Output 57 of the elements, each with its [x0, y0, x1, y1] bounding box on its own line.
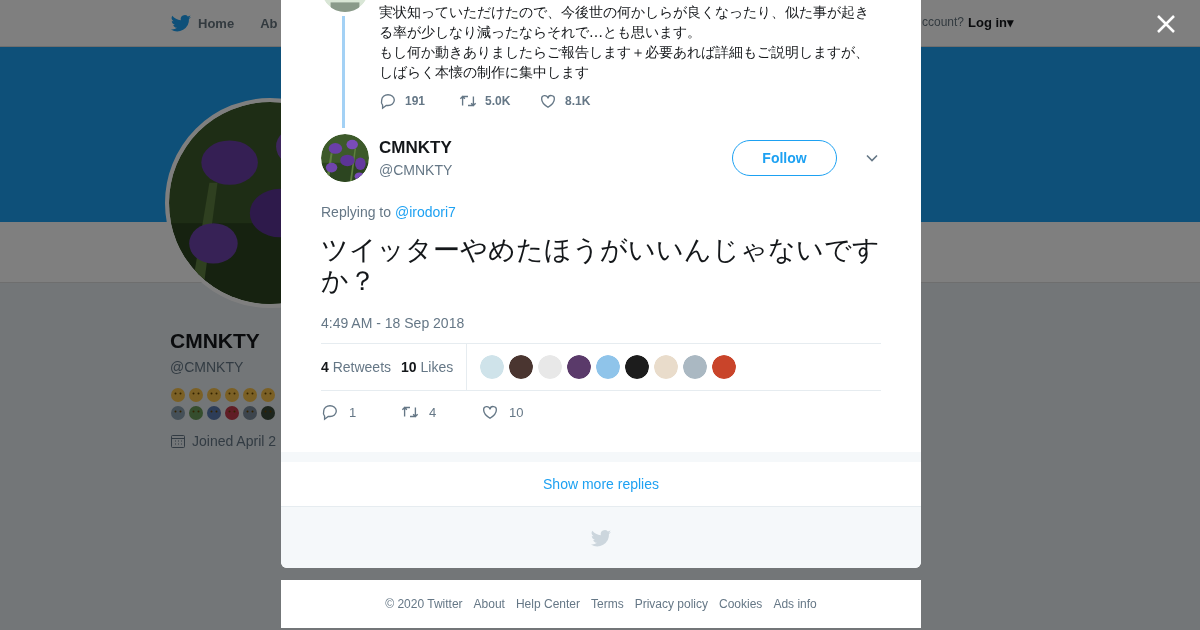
- avatar[interactable]: [321, 134, 369, 182]
- bird-icon: [170, 12, 192, 34]
- tweet-timestamp[interactable]: 4:49 AM - 18 Sep 2018: [321, 315, 881, 331]
- joined-date: Joined April 2: [192, 433, 277, 449]
- emoji-icon: [224, 387, 240, 403]
- tweet-text-line: る率が少しなり減ったならそれで…とも思います。: [379, 23, 702, 42]
- emoji-icon: [188, 405, 204, 421]
- emoji-icon: [224, 405, 240, 421]
- footer-link[interactable]: Cookies: [719, 597, 763, 611]
- footer-link[interactable]: Privacy policy: [634, 597, 708, 611]
- emoji-icon: [206, 387, 222, 403]
- calendar-icon: [170, 433, 186, 449]
- login-link[interactable]: Log in▾: [968, 15, 1015, 30]
- like-action[interactable]: 10: [481, 403, 561, 421]
- retweet-count[interactable]: 4 Retweets: [321, 359, 392, 375]
- show-more-replies-link[interactable]: Show more replies: [543, 476, 659, 492]
- emoji-icon: [170, 387, 186, 403]
- footer-link[interactable]: About: [473, 597, 505, 611]
- profile-name: CMNKTY: [170, 329, 261, 353]
- mention-link[interactable]: @irodori7: [394, 204, 456, 220]
- footer-link[interactable]: Terms: [591, 597, 624, 611]
- tweet-text-line: もし何か動きありましたらご報告します＋必要あれば詳細もご説明しますが、: [379, 43, 870, 62]
- emoji-icon: [242, 405, 258, 421]
- like-count[interactable]: 10 Likes: [401, 359, 454, 375]
- close-icon[interactable]: [1156, 14, 1176, 34]
- footer-link[interactable]: Ads info: [773, 597, 817, 611]
- emoji-icon: [260, 405, 276, 421]
- nav-link[interactable]: Home: [170, 12, 235, 34]
- tweet-text: ツイッターやめたほうがいいんじゃないですか？: [321, 234, 881, 296]
- liker-avatar[interactable]: [509, 355, 534, 379]
- reply-icon[interactable]: [321, 403, 339, 421]
- user-handle[interactable]: @CMNKTY: [379, 162, 722, 178]
- liker-avatar[interactable]: [567, 355, 592, 379]
- login-prompt: ccount?: [922, 15, 965, 30]
- emoji-icon: [170, 405, 186, 421]
- footer-link[interactable]: Help Center: [515, 597, 580, 611]
- emoji-icon: [242, 387, 258, 403]
- like-action[interactable]: 8.1K: [539, 92, 619, 110]
- footer-link[interactable]: © 2020 Twitter: [385, 597, 463, 611]
- nav-link[interactable]: Ab: [260, 15, 278, 31]
- replying-to-text: Replying to @irodori7: [321, 204, 457, 220]
- reply-action[interactable]: 191: [379, 92, 459, 110]
- tweet-text-line: 実状知っていただけたので、今後世の何かしらが良くなったり、似た事が起き: [379, 3, 870, 22]
- reply-icon[interactable]: [379, 92, 397, 110]
- emoji-icon: [260, 387, 276, 403]
- user-name[interactable]: CMNKTY: [379, 138, 722, 158]
- emoji-icon: [188, 387, 204, 403]
- heart-icon[interactable]: [481, 403, 499, 421]
- tweet-text-line: しばらく本懐の制作に集中します: [379, 63, 590, 82]
- liker-avatar[interactable]: [625, 355, 650, 379]
- profile-handle: @CMNKTY: [170, 359, 245, 375]
- follow-button[interactable]: Follow: [732, 140, 837, 176]
- emoji-icon: [206, 405, 222, 421]
- retweet-action[interactable]: 4: [401, 403, 481, 421]
- heart-icon[interactable]: [539, 92, 557, 110]
- retweet-action[interactable]: 5.0K: [459, 92, 539, 110]
- reply-action[interactable]: 1: [321, 403, 401, 421]
